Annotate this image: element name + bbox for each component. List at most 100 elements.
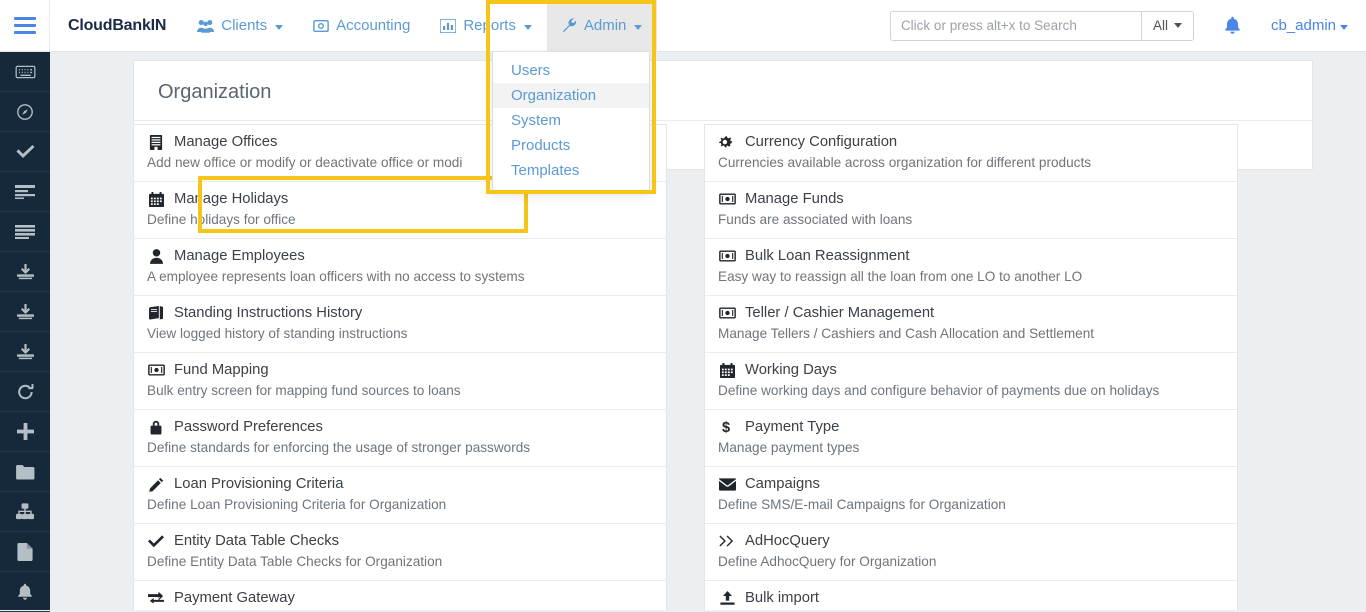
rail-item-sitemap[interactable] <box>0 492 50 532</box>
option-description: Define holidays for office <box>147 211 666 228</box>
rail-item-download-inbox-3[interactable] <box>0 332 50 372</box>
option-title-row: Standing Instructions History <box>147 304 666 322</box>
admin-menu-item-users[interactable]: Users <box>493 58 649 83</box>
money-bill-icon <box>718 193 736 205</box>
rail-item-check[interactable] <box>0 132 50 172</box>
top-right-controls: All cb_admin <box>890 0 1366 51</box>
option-title: Manage Employees <box>174 247 305 265</box>
user-icon <box>147 249 165 264</box>
option-row[interactable]: Working Days Define working days and conf… <box>705 353 1237 410</box>
money-bill-icon <box>718 307 736 319</box>
option-title: Payment Type <box>745 418 839 436</box>
admin-menu-item-templates[interactable]: Templates <box>493 158 649 183</box>
calendar-icon <box>147 192 165 207</box>
option-title-row: Campaigns <box>718 475 1237 493</box>
nav-item-accounting[interactable]: Accounting <box>298 0 425 51</box>
option-title: Working Days <box>745 361 837 379</box>
rail-item-list-lines[interactable] <box>0 172 50 212</box>
option-row[interactable]: Loan Provisioning Criteria Define Loan Pr… <box>134 467 666 524</box>
option-title: Standing Instructions History <box>174 304 362 322</box>
chevron-down-icon <box>275 25 283 30</box>
user-menu-label: cb_admin <box>1271 17 1336 34</box>
option-description: Manage payment types <box>718 439 1237 456</box>
option-title: Bulk Loan Reassignment <box>745 247 910 265</box>
keyboard-icon <box>15 65 36 79</box>
wrench-icon <box>562 18 577 33</box>
option-title-row: Fund Mapping <box>147 361 666 379</box>
option-title: Manage Funds <box>745 190 844 208</box>
admin-menu-item-organization[interactable]: Organization <box>493 83 649 108</box>
admin-dropdown-menu: UsersOrganizationSystemProductsTemplates <box>492 52 650 191</box>
option-description: Define working days and configure behavi… <box>718 382 1237 399</box>
option-title: Teller / Cashier Management <box>745 304 934 322</box>
calendar-icon <box>718 363 736 378</box>
option-description: Currencies available across organization… <box>718 154 1237 171</box>
option-title-row: Working Days <box>718 361 1237 379</box>
option-title: Campaigns <box>745 475 820 493</box>
user-menu-button[interactable]: cb_admin <box>1271 17 1348 34</box>
option-row[interactable]: Standing Instructions HistoryView logged… <box>134 296 666 353</box>
option-row[interactable]: Manage FundsFunds are associated with lo… <box>705 182 1237 239</box>
svg-text:$: $ <box>722 420 730 435</box>
file-icon <box>17 543 33 561</box>
rail-item-compass[interactable] <box>0 92 50 132</box>
option-row[interactable]: Fund MappingBulk entry screen for mappin… <box>134 353 666 410</box>
option-row[interactable]: CampaignsDefine SMS/E-mail Campaigns for… <box>705 467 1237 524</box>
nav-item-reports[interactable]: Reports <box>425 0 547 51</box>
search-input[interactable] <box>891 12 1141 40</box>
option-title: Entity Data Table Checks <box>174 532 339 550</box>
option-description: A employee represents loan officers with… <box>147 268 666 285</box>
accounting-icon <box>313 19 329 33</box>
option-title: Manage Offices <box>174 133 277 151</box>
rail-item-list-stack[interactable] <box>0 212 50 252</box>
option-title-row: Bulk Loan Reassignment <box>718 247 1237 265</box>
option-row[interactable]: Manage Employees A employee represents lo… <box>134 239 666 296</box>
rail-item-file[interactable] <box>0 532 50 572</box>
check-icon <box>147 535 165 548</box>
option-title: Fund Mapping <box>174 361 269 379</box>
search-filter-dropdown[interactable]: All <box>1141 12 1193 40</box>
nav-item-label: Clients <box>221 17 267 34</box>
bell-icon[interactable] <box>1224 16 1241 35</box>
money-bill-icon <box>147 364 165 376</box>
nav-item-clients[interactable]: Clients <box>182 0 298 51</box>
hamburger-menu-icon[interactable] <box>0 0 50 51</box>
option-row[interactable]: Currency ConfigurationCurrencies availab… <box>705 125 1237 182</box>
option-description: Easy way to reassign all the loan from o… <box>718 268 1237 285</box>
rail-item-plus[interactable] <box>0 412 50 452</box>
option-row[interactable]: Bulk import <box>705 581 1237 610</box>
left-icon-rail <box>0 52 50 610</box>
nav-item-admin[interactable]: Admin <box>547 0 658 51</box>
option-title-row: Manage Funds <box>718 190 1237 208</box>
admin-menu-item-system[interactable]: System <box>493 108 649 133</box>
option-row[interactable]: Password PreferencesDefine standards for… <box>134 410 666 467</box>
rail-item-refresh[interactable] <box>0 372 50 412</box>
option-title: Bulk import <box>745 589 819 607</box>
envelope-icon <box>718 478 736 491</box>
list-stack-icon <box>15 225 35 239</box>
option-description: Define standards for enforcing the usage… <box>147 439 666 456</box>
option-title-row: Manage Employees <box>147 247 666 265</box>
option-row[interactable]: Payment Gateway <box>134 581 666 610</box>
rail-item-folder[interactable] <box>0 452 50 492</box>
lock-icon <box>147 420 165 435</box>
admin-menu-item-products[interactable]: Products <box>493 133 649 158</box>
brand-logo: CloudBankIN <box>50 0 182 51</box>
rail-item-download-inbox[interactable] <box>0 252 50 292</box>
rail-item-bell[interactable] <box>0 572 50 612</box>
option-row[interactable]: AdHocQueryDefine AdhocQuery for Organiza… <box>705 524 1237 581</box>
option-row[interactable]: Bulk Loan Reassignment Easy way to reassi… <box>705 239 1237 296</box>
option-row[interactable]: Teller / Cashier ManagementManage Teller… <box>705 296 1237 353</box>
rail-item-download-inbox-2[interactable] <box>0 292 50 332</box>
refresh-icon <box>17 383 34 401</box>
sitemap-icon <box>16 503 34 520</box>
top-navigation-bar: CloudBankIN Clients Accounting Reports Admi… <box>0 0 1366 52</box>
nav-item-label: Reports <box>463 17 516 34</box>
option-row[interactable]: $ Payment Type Manage payment types <box>705 410 1237 467</box>
option-title-row: AdHocQuery <box>718 532 1237 550</box>
rail-item-keyboard[interactable] <box>0 52 50 92</box>
bar-chart-icon <box>440 19 456 33</box>
option-title: Loan Provisioning Criteria <box>174 475 343 493</box>
option-row[interactable]: Entity Data Table ChecksDefine Entity Da… <box>134 524 666 581</box>
option-description: Define Loan Provisioning Criteria for Or… <box>147 496 666 513</box>
